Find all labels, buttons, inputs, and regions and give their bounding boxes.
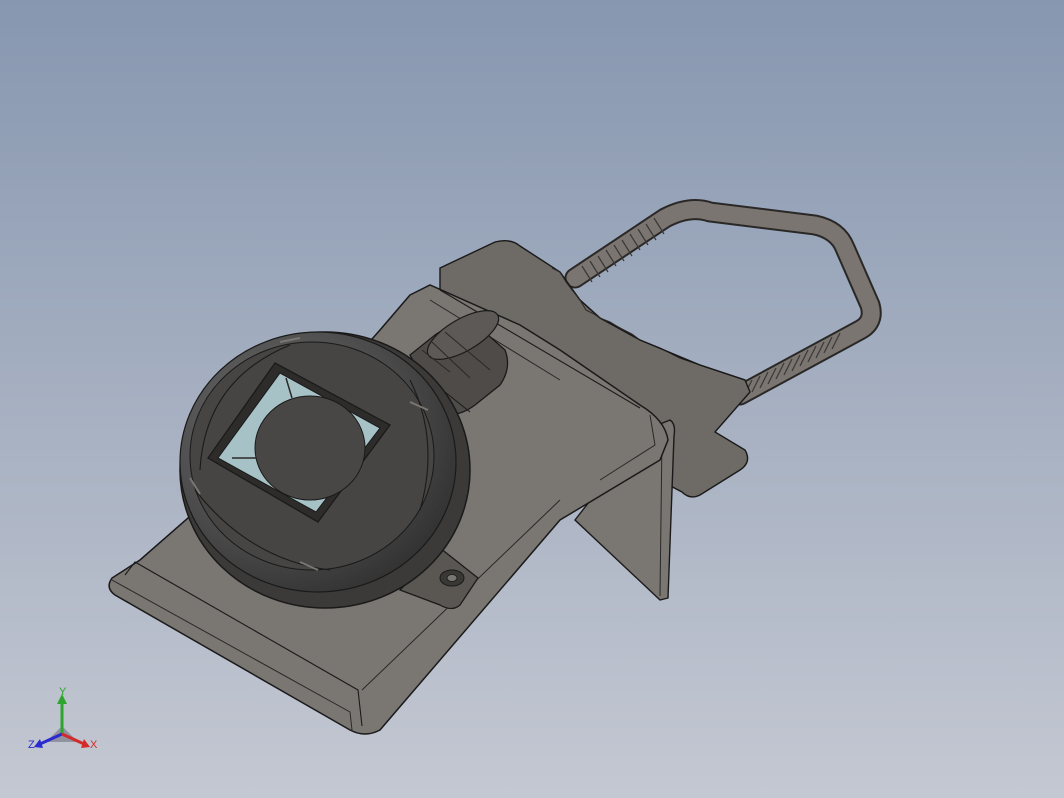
graphics-viewport[interactable]: Y Z X <box>0 0 1064 798</box>
model-scene[interactable] <box>0 0 1064 798</box>
triad-z-label: Z <box>28 739 35 751</box>
triad-y-label: Y <box>59 686 67 698</box>
triad-x-label: X <box>90 739 98 751</box>
coordinate-triad: Y Z X <box>26 684 106 754</box>
